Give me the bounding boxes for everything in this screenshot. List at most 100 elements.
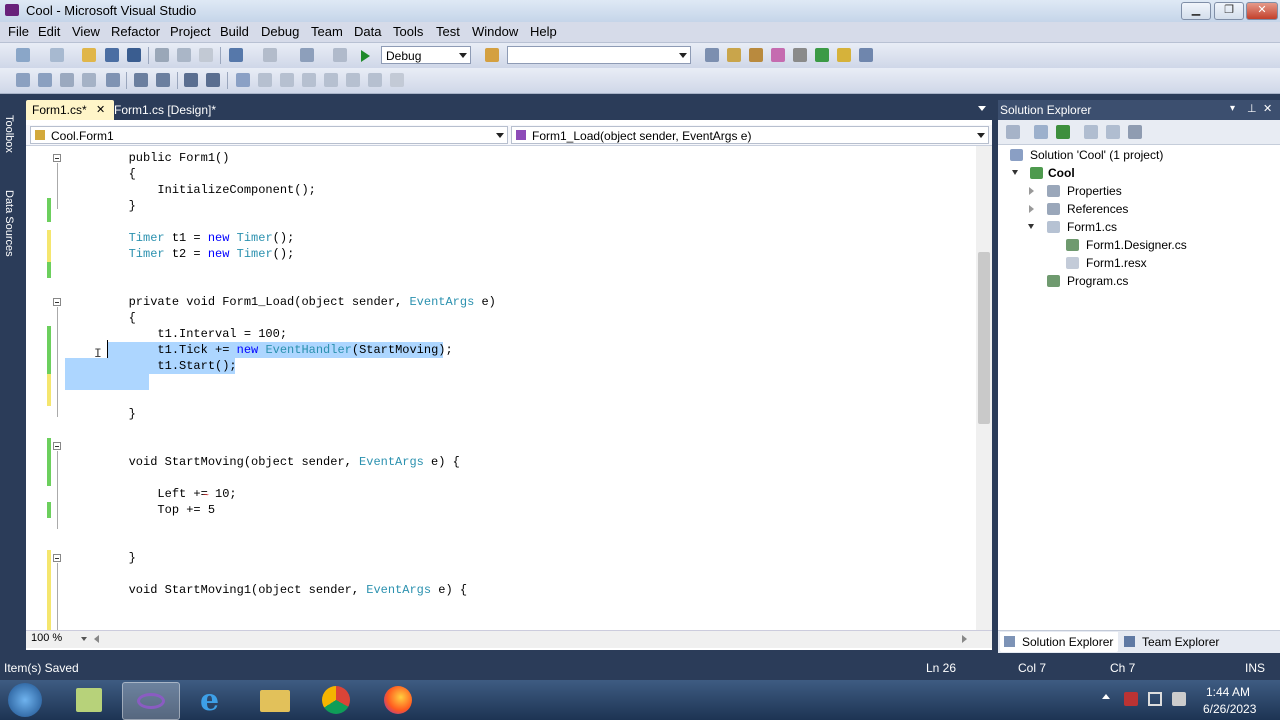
clear-bookmarks-icon[interactable] [390, 73, 404, 87]
taskbar-chrome[interactable] [308, 682, 364, 718]
close-button[interactable]: ✕ [1246, 2, 1278, 20]
command-window-icon[interactable] [859, 48, 873, 62]
tab-solution-explorer[interactable]: Solution Explorer [1000, 632, 1118, 652]
new-project-icon[interactable] [16, 48, 30, 62]
word-completion-icon[interactable] [82, 73, 96, 87]
increase-indent-icon[interactable] [134, 73, 148, 87]
menu-view[interactable]: View [72, 24, 100, 39]
find-in-files-icon[interactable] [485, 48, 499, 62]
maximize-button[interactable]: ❐ [1214, 2, 1244, 20]
tab-form1-cs[interactable]: Form1.cs* ✕ [26, 100, 114, 120]
paste-icon[interactable] [199, 48, 213, 62]
solution-configuration-dropdown[interactable]: Debug [381, 46, 471, 64]
menu-build[interactable]: Build [220, 24, 249, 39]
tree-item-program[interactable]: Program.cs [1067, 274, 1128, 288]
object-browser-icon[interactable] [749, 48, 763, 62]
class-dropdown[interactable]: Cool.Form1 [30, 126, 508, 144]
toggle-bookmark-icon[interactable] [236, 73, 250, 87]
view-designer-icon[interactable] [1106, 125, 1120, 139]
taskbar-internet-explorer[interactable]: e [184, 682, 240, 718]
tab-overflow-icon[interactable] [978, 106, 986, 111]
previous-bookmark-in-document-icon[interactable] [346, 73, 360, 87]
tree-item-properties[interactable]: Properties [1067, 184, 1122, 198]
find-combo[interactable] [507, 46, 691, 64]
close-tab-icon[interactable]: ✕ [96, 100, 105, 120]
undo-icon[interactable] [229, 48, 243, 62]
start-page-icon[interactable] [815, 48, 829, 62]
collapse-icon[interactable] [53, 154, 61, 162]
view-code-icon[interactable] [1084, 125, 1098, 139]
taskbar-visual-studio[interactable] [122, 682, 180, 720]
menu-team[interactable]: Team [311, 24, 343, 39]
member-dropdown[interactable]: Form1_Load(object sender, EventArgs e) [511, 126, 989, 144]
pin-icon[interactable]: ⊥ [1247, 102, 1257, 115]
collapsed-arrow-icon[interactable] [1029, 205, 1034, 213]
show-all-files-icon[interactable] [1034, 125, 1048, 139]
navigate-backward-icon[interactable] [300, 48, 314, 62]
expanded-arrow-icon[interactable] [1012, 170, 1018, 175]
next-bookmark-in-document-icon[interactable] [368, 73, 382, 87]
extension-manager-icon[interactable] [837, 48, 851, 62]
tools-icon[interactable] [793, 48, 807, 62]
comment-out-icon[interactable] [184, 73, 198, 87]
menu-file[interactable]: File [8, 24, 29, 39]
tab-team-explorer[interactable]: Team Explorer [1122, 632, 1242, 652]
next-bookmark-in-folder-icon[interactable] [324, 73, 338, 87]
collapsed-arrow-icon[interactable] [1029, 187, 1034, 195]
toolbox-tool-icon[interactable] [771, 48, 785, 62]
cut-icon[interactable] [155, 48, 169, 62]
code-editor[interactable]: I public Form1() { InitializeComponent()… [26, 146, 976, 630]
collapse-icon[interactable] [53, 554, 61, 562]
tab-form1-design[interactable]: Form1.cs [Design]* [108, 100, 222, 120]
tree-item-form1-designer[interactable]: Form1.Designer.cs [1086, 238, 1187, 252]
taskbar-firefox[interactable] [370, 682, 426, 718]
navigate-forward-icon[interactable] [333, 48, 347, 62]
save-icon[interactable] [105, 48, 119, 62]
properties-icon[interactable] [1006, 125, 1020, 139]
display-parameter-info-icon[interactable] [38, 73, 52, 87]
menu-window[interactable]: Window [472, 24, 518, 39]
scroll-right-icon[interactable] [962, 635, 967, 643]
tree-item-solution[interactable]: Solution 'Cool' (1 project) [1030, 148, 1163, 162]
zoom-dropdown-icon[interactable] [81, 637, 87, 641]
taskbar-explorer[interactable] [246, 682, 302, 718]
solution-explorer-tool-icon[interactable] [705, 48, 719, 62]
tree-item-project[interactable]: Cool [1048, 166, 1075, 180]
toolbox-tab[interactable]: Toolbox [3, 115, 15, 153]
menu-help[interactable]: Help [530, 24, 557, 39]
clock-time[interactable]: 1:44 AM [1206, 685, 1250, 699]
tree-item-references[interactable]: References [1067, 202, 1128, 216]
expanded-arrow-icon[interactable] [1028, 224, 1034, 229]
save-all-icon[interactable] [127, 48, 141, 62]
volume-icon[interactable] [1172, 692, 1186, 706]
minimize-button[interactable]: ▁ [1181, 2, 1211, 20]
add-item-icon[interactable] [50, 48, 64, 62]
menu-test[interactable]: Test [436, 24, 460, 39]
show-hidden-icons-icon[interactable] [1102, 694, 1110, 699]
refresh-icon[interactable] [1056, 125, 1070, 139]
data-sources-tab[interactable]: Data Sources [3, 190, 15, 257]
menu-debug[interactable]: Debug [261, 24, 299, 39]
menu-refactor[interactable]: Refactor [111, 24, 160, 39]
display-object-member-list-icon[interactable] [16, 73, 30, 87]
previous-bookmark-in-folder-icon[interactable] [302, 73, 316, 87]
next-bookmark-icon[interactable] [280, 73, 294, 87]
collapse-icon[interactable] [53, 298, 61, 306]
copy-icon[interactable] [177, 48, 191, 62]
previous-bookmark-icon[interactable] [258, 73, 272, 87]
panel-dropdown-icon[interactable]: ▾ [1230, 103, 1235, 114]
clock-date[interactable]: 6/26/2023 [1203, 702, 1256, 716]
uncomment-icon[interactable] [206, 73, 220, 87]
close-panel-icon[interactable]: ✕ [1263, 102, 1272, 115]
outdent-icon[interactable] [156, 73, 170, 87]
tree-item-form1-resx[interactable]: Form1.resx [1086, 256, 1147, 270]
tree-item-form1[interactable]: Form1.cs [1067, 220, 1117, 234]
view-class-diagram-icon[interactable] [1128, 125, 1142, 139]
zoom-level[interactable]: 100 % [31, 632, 62, 644]
start-button[interactable] [8, 683, 42, 717]
start-debugging-icon[interactable] [361, 50, 370, 62]
decrease-indent-icon[interactable] [106, 73, 120, 87]
menu-data[interactable]: Data [354, 24, 381, 39]
collapse-icon[interactable] [53, 442, 61, 450]
action-center-icon[interactable] [1124, 692, 1138, 706]
